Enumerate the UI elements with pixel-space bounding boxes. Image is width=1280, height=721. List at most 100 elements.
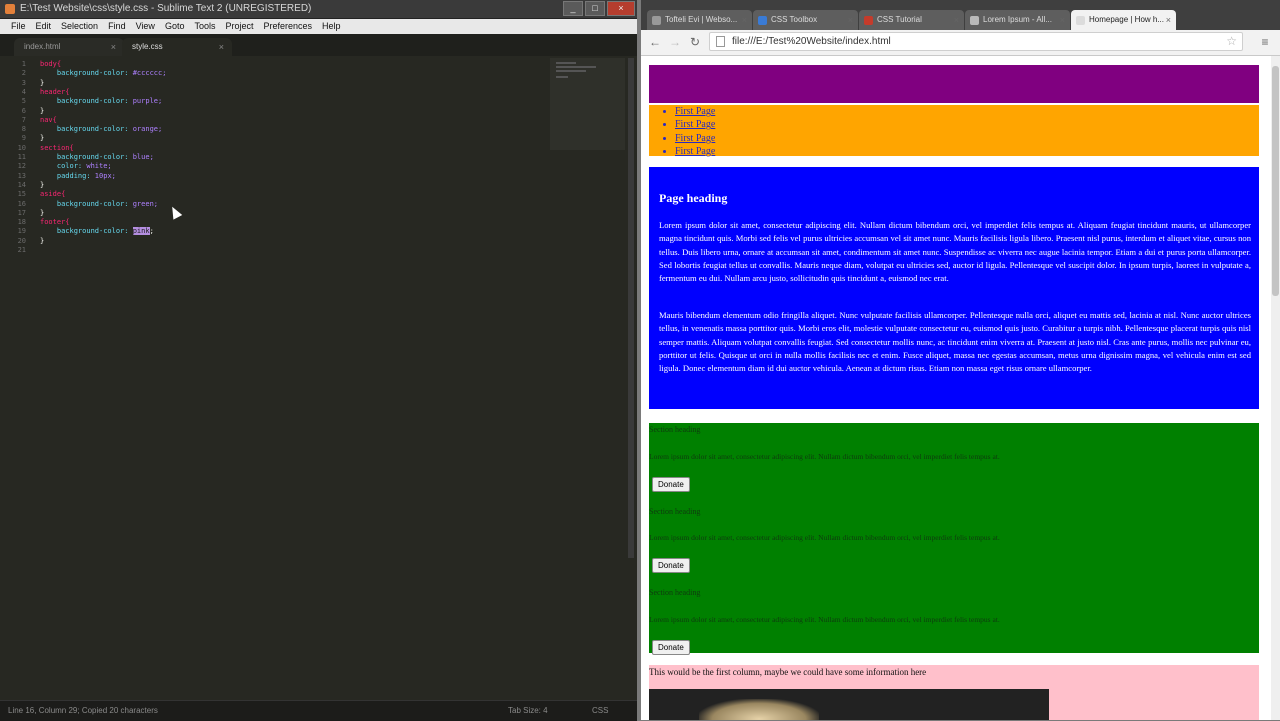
- line-number: 19: [17, 227, 26, 236]
- chrome-tab[interactable]: Lorem Ipsum - All... ×: [965, 10, 1070, 30]
- status-tab-size[interactable]: Tab Size: 4: [508, 706, 548, 715]
- css-property: background-color:: [40, 199, 133, 208]
- bookmark-star-icon[interactable]: ☆: [1226, 34, 1237, 48]
- url-text[interactable]: file:///E:/Test%20Website/index.html: [732, 36, 891, 47]
- code-editor[interactable]: body{ background-color: #cccccc;} header{…: [40, 58, 540, 698]
- reload-icon[interactable]: ↻: [685, 33, 705, 51]
- favicon-icon: [864, 16, 873, 25]
- address-bar[interactable]: file:///E:/Test%20Website/index.html ☆: [709, 32, 1243, 51]
- css-value: #cccccc;: [132, 69, 167, 78]
- tab-close-icon[interactable]: ×: [848, 10, 853, 30]
- css-punctuation: }: [40, 208, 45, 217]
- nav-link[interactable]: First Page: [675, 132, 1259, 145]
- chrome-tab-active[interactable]: Homepage | How h... ×: [1071, 10, 1176, 30]
- donate-button[interactable]: Donate: [652, 558, 690, 573]
- aside-heading: Section heading: [649, 425, 701, 434]
- webpage-viewport: First Page First Page First Page First P…: [641, 56, 1271, 720]
- favicon-icon: [758, 16, 767, 25]
- css-property: padding:: [40, 171, 95, 180]
- line-number: 13: [17, 171, 26, 180]
- menu-goto[interactable]: Goto: [160, 19, 190, 34]
- status-syntax[interactable]: CSS: [592, 706, 608, 715]
- line-number: 11: [17, 153, 26, 161]
- tab-style-css[interactable]: style.css ×: [122, 38, 232, 56]
- css-punctuation: }: [40, 134, 45, 143]
- chrome-tab-label: Tofteli Evi | Webso...: [665, 15, 738, 24]
- code-line: background-color: orange;: [40, 125, 162, 133]
- chrome-menu-icon[interactable]: ≡: [1255, 33, 1275, 51]
- forward-icon[interactable]: →: [665, 33, 685, 51]
- css-value: blue;: [132, 153, 154, 161]
- chrome-tab-label: CSS Tutorial: [877, 15, 922, 24]
- tab-index-html[interactable]: index.html ×: [14, 38, 124, 56]
- code-line: background-color: blue;: [40, 153, 154, 161]
- line-number: 6: [21, 106, 26, 115]
- minimize-icon[interactable]: _: [563, 1, 583, 16]
- tab-close-icon[interactable]: ×: [219, 38, 224, 56]
- editor-scrollbar[interactable]: [628, 58, 634, 558]
- page-main-section: Page heading Lorem ipsum dolor sit amet,…: [649, 167, 1259, 409]
- code-line: footer{: [40, 218, 70, 226]
- donate-button[interactable]: Donate: [652, 477, 690, 492]
- aside-text: Lorem ipsum dolor sit amet, consectetur …: [649, 533, 1000, 542]
- tab-close-icon[interactable]: ×: [742, 10, 747, 30]
- chrome-tabbar: Tofteli Evi | Webso... × CSS Toolbox × C…: [641, 0, 1280, 30]
- sublime-window-controls: _ □ ×: [563, 1, 635, 16]
- sublime-statusbar: Line 16, Column 29; Copied 20 characters…: [0, 700, 637, 721]
- menu-project[interactable]: Project: [220, 19, 258, 34]
- favicon-icon: [970, 16, 979, 25]
- aside-heading: Section heading: [649, 588, 701, 597]
- donate-button[interactable]: Donate: [652, 640, 690, 655]
- menu-preferences[interactable]: Preferences: [258, 19, 317, 34]
- chrome-tab[interactable]: Tofteli Evi | Webso... ×: [647, 10, 752, 30]
- footer-image: [649, 689, 1049, 720]
- menu-find[interactable]: Find: [103, 19, 131, 34]
- chrome-toolbar: ← → ↻ file:///E:/Test%20Website/index.ht…: [641, 30, 1280, 56]
- css-punctuation: }: [40, 78, 45, 87]
- css-selector: section{: [40, 143, 74, 152]
- css-punctuation: }: [40, 106, 45, 115]
- maximize-icon[interactable]: □: [585, 1, 605, 16]
- line-number: 2: [21, 69, 26, 78]
- menu-file[interactable]: File: [6, 19, 31, 34]
- aside-heading: Section heading: [649, 507, 701, 516]
- close-icon[interactable]: ×: [607, 1, 635, 16]
- code-line: background-color: #cccccc;: [40, 69, 167, 78]
- sublime-app-icon: [5, 4, 15, 14]
- menu-view[interactable]: View: [131, 19, 160, 34]
- menu-selection[interactable]: Selection: [56, 19, 103, 34]
- page-footer: This would be the first column, maybe we…: [649, 665, 1259, 720]
- css-property: background-color:: [40, 153, 133, 161]
- minimap-line: [556, 76, 568, 78]
- nav-link[interactable]: First Page: [675, 118, 1259, 131]
- back-icon[interactable]: ←: [645, 33, 665, 51]
- menu-edit[interactable]: Edit: [31, 19, 57, 34]
- code-line: }: [40, 79, 44, 87]
- code-line: section{: [40, 144, 74, 152]
- chrome-tab[interactable]: CSS Tutorial ×: [859, 10, 964, 30]
- chrome-tab-label: CSS Toolbox: [771, 15, 818, 24]
- menu-help[interactable]: Help: [317, 19, 346, 34]
- css-selector: header{: [40, 87, 70, 96]
- page-scrollbar[interactable]: [1271, 56, 1280, 720]
- chrome-tab[interactable]: CSS Toolbox ×: [753, 10, 858, 30]
- css-property: background-color:: [40, 69, 133, 78]
- tab-close-icon[interactable]: ×: [1060, 10, 1065, 30]
- tab-close-icon[interactable]: ×: [111, 38, 116, 56]
- page-scrollbar-thumb[interactable]: [1272, 66, 1279, 296]
- menu-tools[interactable]: Tools: [189, 19, 220, 34]
- favicon-icon: [1076, 16, 1085, 25]
- css-value: purple;: [132, 97, 163, 106]
- nav-link[interactable]: First Page: [675, 105, 1259, 118]
- css-property: background-color:: [40, 227, 133, 236]
- tab-close-icon[interactable]: ×: [954, 10, 959, 30]
- line-number: 20: [17, 236, 26, 245]
- nav-link[interactable]: First Page: [675, 145, 1259, 158]
- sublime-titlebar[interactable]: E:\Test Website\css\style.css - Sublime …: [0, 0, 637, 19]
- minimap-line: [556, 70, 586, 72]
- minimap-line: [556, 66, 596, 68]
- css-value: pink: [132, 227, 150, 236]
- tab-close-icon[interactable]: ×: [1166, 10, 1171, 30]
- page-nav: First Page First Page First Page First P…: [649, 105, 1259, 158]
- minimap[interactable]: [550, 58, 625, 150]
